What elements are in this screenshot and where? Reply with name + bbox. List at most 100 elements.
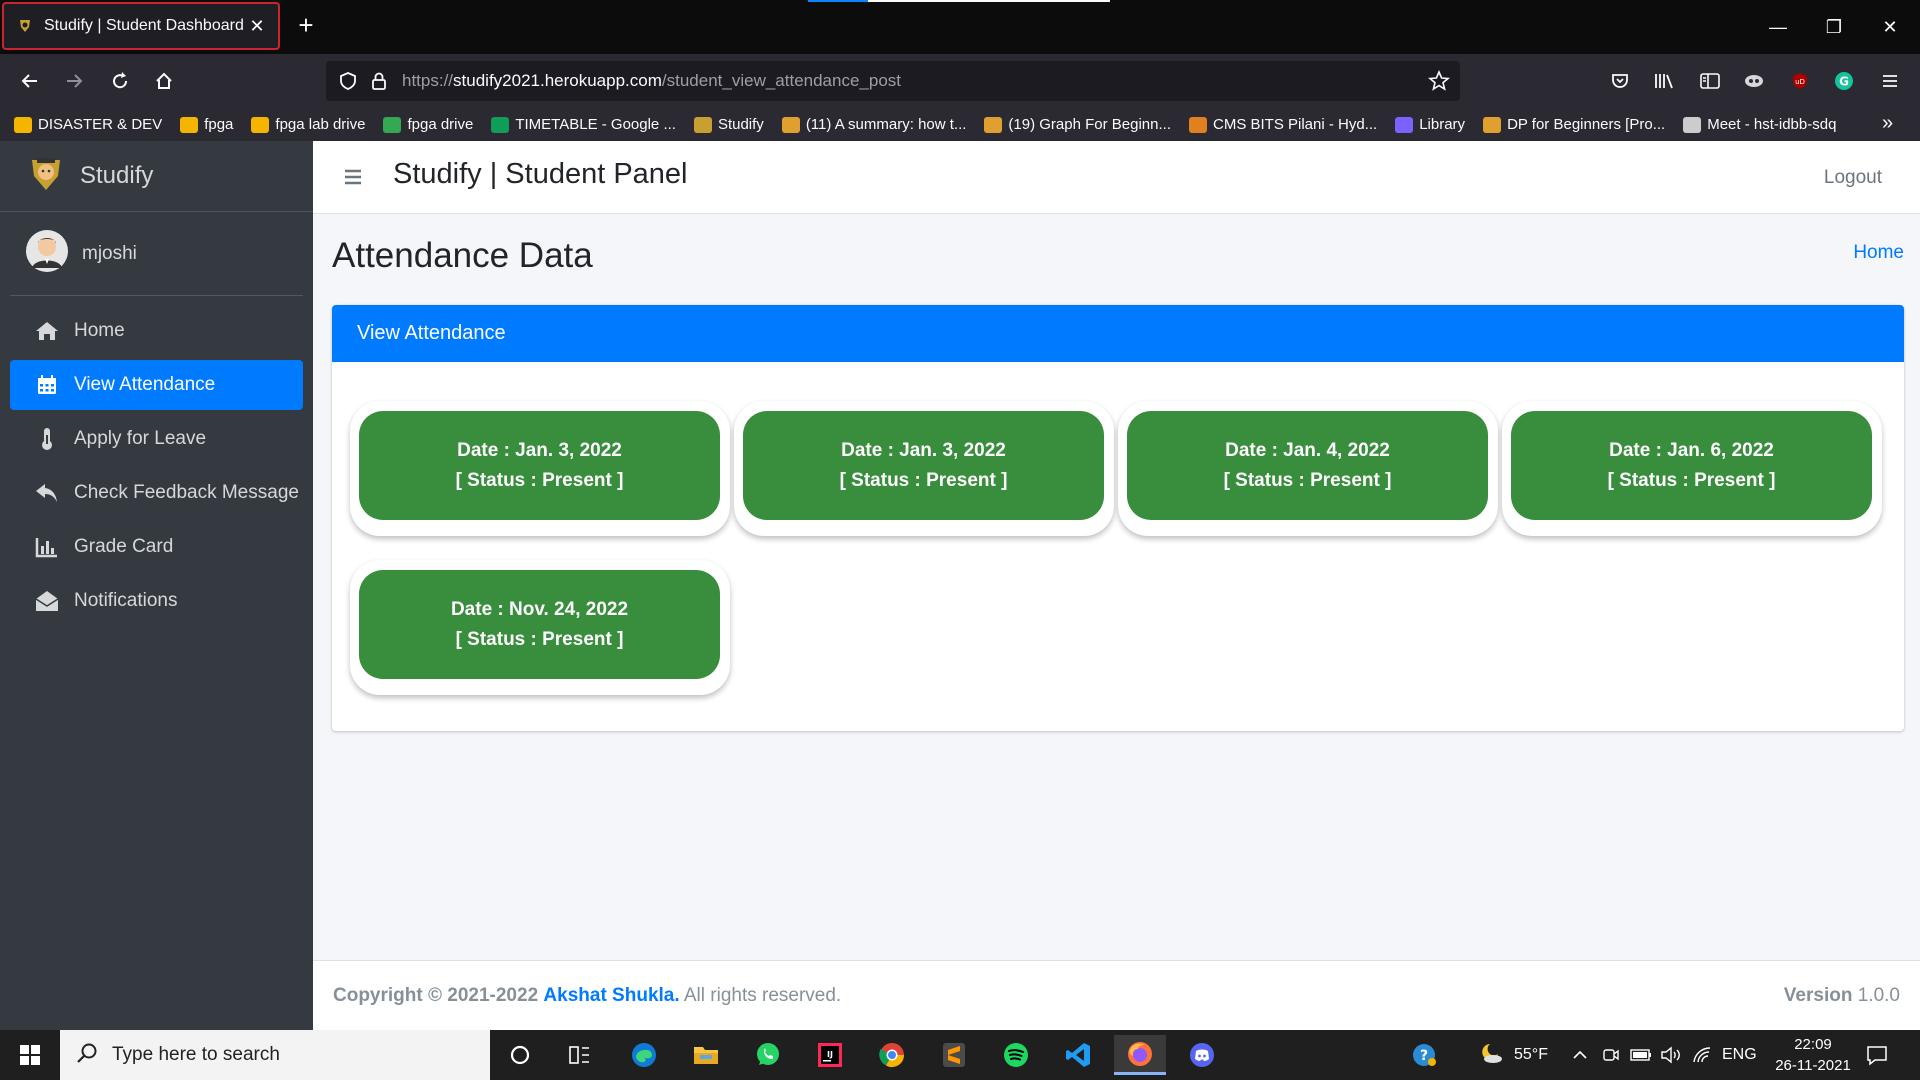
bookmark-item[interactable]: fpga drive: [383, 116, 473, 133]
attendance-record: Date : Nov. 24, 2022 [ Status : Present …: [350, 560, 730, 695]
ublock-icon[interactable]: uD: [1786, 67, 1814, 95]
weather-widget[interactable]: 55°F: [1478, 1030, 1548, 1080]
bookmark-item[interactable]: DP for Beginners [Pro...: [1483, 116, 1665, 133]
more-bookmarks-icon[interactable]: »: [1882, 112, 1893, 135]
whatsapp-icon[interactable]: [742, 1035, 794, 1075]
bookmark-label: Library: [1419, 116, 1466, 133]
battery-icon[interactable]: [1630, 1030, 1652, 1080]
help-icon[interactable]: ?: [1410, 1030, 1438, 1080]
tab-title: Studify | Student Dashboard: [44, 17, 244, 34]
chrome-icon[interactable]: [866, 1035, 918, 1075]
grammarly-icon[interactable]: G: [1830, 67, 1858, 95]
sublime-text-icon[interactable]: [928, 1035, 980, 1075]
show-hidden-icons-icon[interactable]: [1572, 1030, 1588, 1080]
calendar-icon: [34, 372, 60, 398]
windows-start-icon[interactable]: [0, 1030, 60, 1080]
sidebar-item-grade-card[interactable]: Grade Card: [10, 522, 303, 572]
bookmark-favicon-icon: [1189, 116, 1207, 133]
new-tab-icon[interactable]: +: [292, 12, 320, 40]
language-indicator[interactable]: ENG: [1722, 1030, 1757, 1080]
file-explorer-icon[interactable]: [680, 1035, 732, 1075]
sidebar-item-home[interactable]: Home: [10, 306, 303, 356]
edge-icon[interactable]: [618, 1035, 670, 1075]
bookmark-label: TIMETABLE - Google ...: [515, 116, 676, 133]
minimize-icon[interactable]: —: [1750, 0, 1806, 54]
bookmark-item[interactable]: fpga: [180, 116, 233, 133]
sidebar: Studify mjoshi Home View Attendance Appl…: [0, 141, 313, 1030]
sidebar-item-label: Grade Card: [74, 536, 174, 557]
close-window-icon[interactable]: ✕: [1862, 0, 1918, 54]
author-link[interactable]: Akshat Shukla.: [543, 985, 679, 1006]
attendance-date: Date : Nov. 24, 2022: [450, 598, 629, 620]
bookmark-item[interactable]: Library: [1395, 116, 1465, 133]
browser-tab[interactable]: Studify | Student Dashboard ✕: [2, 2, 280, 50]
meet-now-icon[interactable]: [1602, 1030, 1620, 1080]
svg-text:G: G: [1839, 75, 1849, 89]
attendance-record: Date : Jan. 4, 2022 [ Status : Present ]: [1118, 401, 1498, 536]
username: mjoshi: [82, 242, 137, 264]
reload-icon[interactable]: [106, 67, 134, 95]
close-tab-icon[interactable]: ✕: [248, 16, 266, 37]
spotify-icon[interactable]: [990, 1035, 1042, 1075]
address-bar[interactable]: https://studify2021.herokuapp.com/studen…: [326, 61, 1460, 101]
attendance-status: [ Status : Present ]: [455, 628, 624, 650]
attendance-record: Date : Jan. 3, 2022 [ Status : Present ]: [734, 401, 1114, 536]
taskbar-search-box[interactable]: Type here to search: [60, 1030, 490, 1080]
user-panel[interactable]: mjoshi: [10, 212, 303, 296]
back-icon[interactable]: [16, 67, 44, 95]
bookmark-item[interactable]: Studify: [693, 116, 764, 133]
bookmark-label: DISASTER & DEV: [38, 116, 163, 133]
forward-icon[interactable]: [60, 67, 88, 95]
bookmark-item[interactable]: CMS BITS Pilani - Hyd...: [1189, 116, 1377, 133]
content-header: Attendance Data Home: [332, 232, 1904, 282]
card-title: View Attendance: [357, 322, 506, 344]
home-browser-icon[interactable]: [150, 67, 178, 95]
cortana-icon[interactable]: [494, 1035, 546, 1075]
intellij-icon[interactable]: IJ: [804, 1035, 856, 1075]
attendance-badge: Date : Jan. 6, 2022 [ Status : Present ]: [1511, 411, 1872, 520]
sidebar-toggle-icon[interactable]: [1696, 67, 1724, 95]
svg-text:?: ?: [1420, 1048, 1428, 1064]
tracking-shield-icon[interactable]: [338, 71, 358, 96]
lock-icon[interactable]: [370, 71, 388, 96]
avatar: [26, 230, 68, 277]
sidebar-item-feedback[interactable]: Check Feedback Message: [10, 468, 303, 518]
bookmark-item[interactable]: fpga lab drive: [251, 116, 365, 133]
sidebar-item-notifications[interactable]: Notifications: [10, 576, 303, 626]
vscode-icon[interactable]: [1052, 1035, 1104, 1075]
task-view-icon[interactable]: [554, 1035, 606, 1075]
sidebar-item-label: View Attendance: [74, 374, 216, 395]
svg-text:uD: uD: [1795, 78, 1805, 86]
bookmark-label: fpga: [204, 116, 234, 133]
studify-favicon-icon: [16, 17, 34, 35]
bookmark-item[interactable]: (19) Graph For Beginn...: [984, 116, 1171, 133]
app-menu-icon[interactable]: [1876, 67, 1904, 95]
library-icon[interactable]: [1650, 67, 1678, 95]
bookmark-item[interactable]: TIMETABLE - Google ...: [491, 116, 676, 133]
notification-center-icon[interactable]: [1866, 1030, 1888, 1080]
weather-temp: 55°F: [1514, 1046, 1548, 1063]
extension-icon[interactable]: [1740, 67, 1768, 95]
bookmark-favicon-icon: [781, 116, 800, 133]
restore-icon[interactable]: ❐: [1806, 0, 1862, 54]
bookmark-star-icon[interactable]: [1427, 69, 1451, 97]
brand-link[interactable]: Studify: [0, 141, 313, 212]
system-clock[interactable]: 22:09 26-11-2021: [1768, 1034, 1858, 1076]
bookmark-item[interactable]: DISASTER & DEV: [14, 116, 162, 133]
sidebar-item-apply-leave[interactable]: Apply for Leave: [10, 414, 303, 464]
hamburger-menu-icon[interactable]: [341, 165, 365, 189]
bookmark-item[interactable]: (11) A summary: how t...: [781, 116, 966, 133]
wifi-icon[interactable]: [1692, 1030, 1712, 1080]
firefox-icon[interactable]: [1114, 1035, 1166, 1075]
sidebar-item-view-attendance[interactable]: View Attendance: [10, 360, 303, 410]
bookmark-favicon-icon: [383, 116, 402, 133]
bookmark-item[interactable]: Meet - hst-idbb-sdq: [1683, 116, 1836, 133]
search-placeholder: Type here to search: [112, 1044, 280, 1065]
pocket-icon[interactable]: [1606, 67, 1634, 95]
breadcrumb-home-link[interactable]: Home: [1853, 242, 1904, 264]
logout-link[interactable]: Logout: [1824, 167, 1882, 189]
volume-icon[interactable]: [1660, 1030, 1682, 1080]
studify-logo-icon: [28, 154, 64, 199]
discord-icon[interactable]: [1176, 1035, 1228, 1075]
bookmarks-bar: DISASTER & DEV fpga fpga lab drive fpga dri…: [0, 108, 1920, 141]
